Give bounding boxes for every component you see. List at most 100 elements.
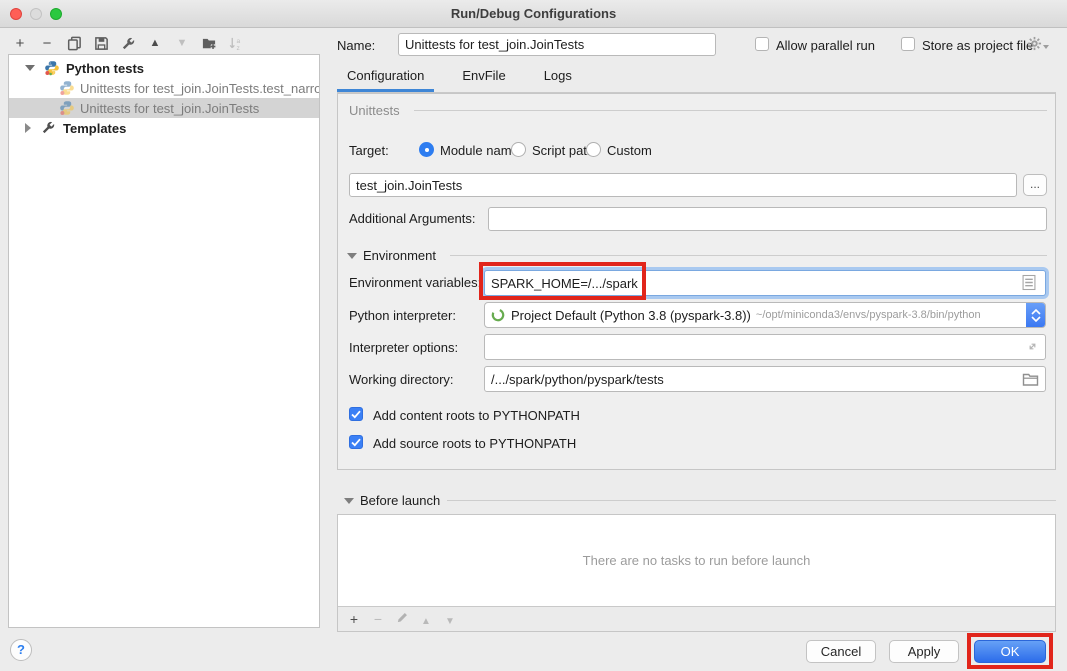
chevron-down-icon bbox=[1043, 45, 1049, 49]
browse-module-button[interactable]: ... bbox=[1023, 174, 1047, 196]
pencil-icon bbox=[396, 611, 409, 624]
check-icon bbox=[351, 438, 361, 447]
interpreter-path: ~/opt/miniconda3/envs/pyspark-3.8/bin/py… bbox=[756, 309, 981, 321]
add-task-button[interactable]: + bbox=[347, 611, 361, 627]
tab-configuration[interactable]: Configuration bbox=[337, 68, 434, 92]
working-directory-label: Working directory: bbox=[349, 372, 454, 387]
cancel-button[interactable]: Cancel bbox=[806, 640, 876, 663]
title-bar: Run/Debug Configurations bbox=[0, 0, 1067, 28]
target-script-path-radio[interactable] bbox=[511, 142, 526, 157]
sort-configurations-button[interactable]: az bbox=[228, 35, 244, 51]
tree-item-label: Python tests bbox=[66, 61, 144, 76]
environment-section-label: Environment bbox=[363, 248, 436, 263]
target-custom-label: Custom bbox=[607, 143, 652, 158]
target-module-name-radio[interactable] bbox=[419, 142, 434, 157]
help-button[interactable]: ? bbox=[10, 639, 32, 661]
tree-item-label: Unittests for test_join.JoinTests bbox=[80, 101, 259, 116]
python-interpreter-label: Python interpreter: bbox=[349, 308, 456, 323]
python-test-icon bbox=[59, 80, 75, 96]
create-folder-button[interactable] bbox=[201, 35, 217, 51]
conda-env-icon bbox=[491, 308, 505, 322]
unittests-group-title: Unittests bbox=[349, 103, 400, 118]
move-task-down-button[interactable]: ▼ bbox=[443, 611, 457, 627]
configuration-panel: Unittests Target: Module name Script pat… bbox=[337, 93, 1056, 470]
wrench-icon bbox=[121, 36, 136, 51]
move-down-button[interactable]: ▼ bbox=[174, 35, 190, 51]
env-vars-annotation-box bbox=[479, 262, 646, 300]
interpreter-options-label: Interpreter options: bbox=[349, 340, 458, 355]
additional-arguments-input[interactable] bbox=[488, 207, 1047, 231]
move-task-up-button[interactable]: ▲ bbox=[419, 611, 433, 627]
list-icon bbox=[1022, 274, 1036, 291]
move-up-button[interactable]: ▲ bbox=[147, 35, 163, 51]
apply-button[interactable]: Apply bbox=[889, 640, 959, 663]
environment-divider bbox=[450, 255, 1047, 256]
add-content-roots-label: Add content roots to PYTHONPATH bbox=[373, 408, 580, 423]
allow-parallel-run-checkbox[interactable] bbox=[755, 37, 769, 51]
additional-arguments-label: Additional Arguments: bbox=[349, 211, 475, 226]
add-configuration-button[interactable]: + bbox=[12, 35, 28, 51]
browse-directory-button[interactable] bbox=[1022, 373, 1039, 386]
interpreter-name: Project Default (Python 3.8 (pyspark-3.8… bbox=[511, 308, 751, 323]
before-launch-empty-text: There are no tasks to run before launch bbox=[338, 553, 1055, 568]
name-label: Name: bbox=[337, 38, 375, 53]
target-custom-radio[interactable] bbox=[586, 142, 601, 157]
add-source-roots-checkbox[interactable] bbox=[349, 435, 363, 449]
python-tests-icon bbox=[44, 60, 60, 76]
edit-task-button[interactable] bbox=[395, 611, 409, 627]
copy-configuration-button[interactable] bbox=[66, 35, 82, 51]
tab-bar: Configuration EnvFile Logs bbox=[337, 64, 1056, 93]
tree-item-label: Unittests for test_join.JoinTests.test_n… bbox=[80, 81, 319, 96]
before-launch-label: Before launch bbox=[360, 493, 440, 508]
save-icon bbox=[94, 36, 109, 51]
dropdown-stepper-icon[interactable] bbox=[1026, 302, 1046, 328]
name-input[interactable] bbox=[398, 33, 716, 56]
gear-icon bbox=[1027, 36, 1042, 51]
svg-text:z: z bbox=[236, 45, 239, 51]
store-options-button[interactable] bbox=[1027, 36, 1049, 51]
configurations-tree: Python tests Unittests for test_join.Joi… bbox=[8, 54, 320, 628]
tree-item-unittest-narrow[interactable]: Unittests for test_join.JoinTests.test_n… bbox=[9, 78, 319, 98]
folder-icon bbox=[1022, 373, 1039, 386]
environment-chevron-down-icon[interactable] bbox=[347, 253, 357, 259]
check-icon bbox=[351, 410, 361, 419]
remove-configuration-button[interactable]: − bbox=[39, 35, 55, 51]
before-launch-toolbar: + − ▲ ▼ bbox=[338, 606, 1055, 631]
edit-templates-button[interactable] bbox=[120, 35, 136, 51]
tree-item-templates[interactable]: Templates bbox=[9, 118, 319, 138]
remove-task-button[interactable]: − bbox=[371, 611, 385, 627]
allow-parallel-run-label: Allow parallel run bbox=[776, 38, 875, 53]
environment-variables-label: Environment variables: bbox=[349, 275, 481, 290]
group-divider bbox=[414, 110, 1047, 111]
tree-item-python-tests[interactable]: Python tests bbox=[9, 58, 319, 78]
svg-text:a: a bbox=[236, 38, 240, 45]
chevron-expanded-icon[interactable] bbox=[25, 65, 35, 71]
target-script-path-label: Script path bbox=[532, 143, 594, 158]
save-configuration-button[interactable] bbox=[93, 35, 109, 51]
run-debug-configurations-dialog: Run/Debug Configurations + − ▲ ▼ az Pyt bbox=[0, 0, 1067, 671]
before-launch-panel: There are no tasks to run before launch … bbox=[337, 514, 1056, 632]
tab-envfile[interactable]: EnvFile bbox=[452, 68, 515, 92]
interpreter-options-input[interactable] bbox=[484, 334, 1046, 360]
new-folder-icon bbox=[201, 36, 217, 51]
add-source-roots-label: Add source roots to PYTHONPATH bbox=[373, 436, 576, 451]
tree-item-unittest-jointests-selected[interactable]: Unittests for test_join.JoinTests bbox=[9, 98, 319, 118]
working-directory-input[interactable] bbox=[484, 366, 1046, 392]
tab-logs[interactable]: Logs bbox=[534, 68, 582, 92]
before-launch-chevron-down-icon[interactable] bbox=[344, 498, 354, 504]
expand-icon bbox=[1026, 340, 1039, 353]
python-test-icon bbox=[59, 100, 75, 116]
module-name-input[interactable] bbox=[349, 173, 1017, 197]
store-as-project-file-checkbox[interactable] bbox=[901, 37, 915, 51]
templates-wrench-icon bbox=[41, 120, 57, 136]
target-module-name-label: Module name bbox=[440, 143, 519, 158]
chevron-collapsed-icon[interactable] bbox=[25, 123, 31, 133]
expand-field-button[interactable] bbox=[1026, 340, 1039, 353]
python-interpreter-select[interactable]: Project Default (Python 3.8 (pyspark-3.8… bbox=[484, 302, 1046, 328]
edit-env-vars-button[interactable] bbox=[1022, 274, 1036, 291]
add-content-roots-checkbox[interactable] bbox=[349, 407, 363, 421]
tree-item-label: Templates bbox=[63, 121, 126, 136]
target-label: Target: bbox=[349, 143, 389, 158]
sort-alpha-icon: az bbox=[228, 36, 244, 51]
copy-icon bbox=[67, 36, 82, 51]
